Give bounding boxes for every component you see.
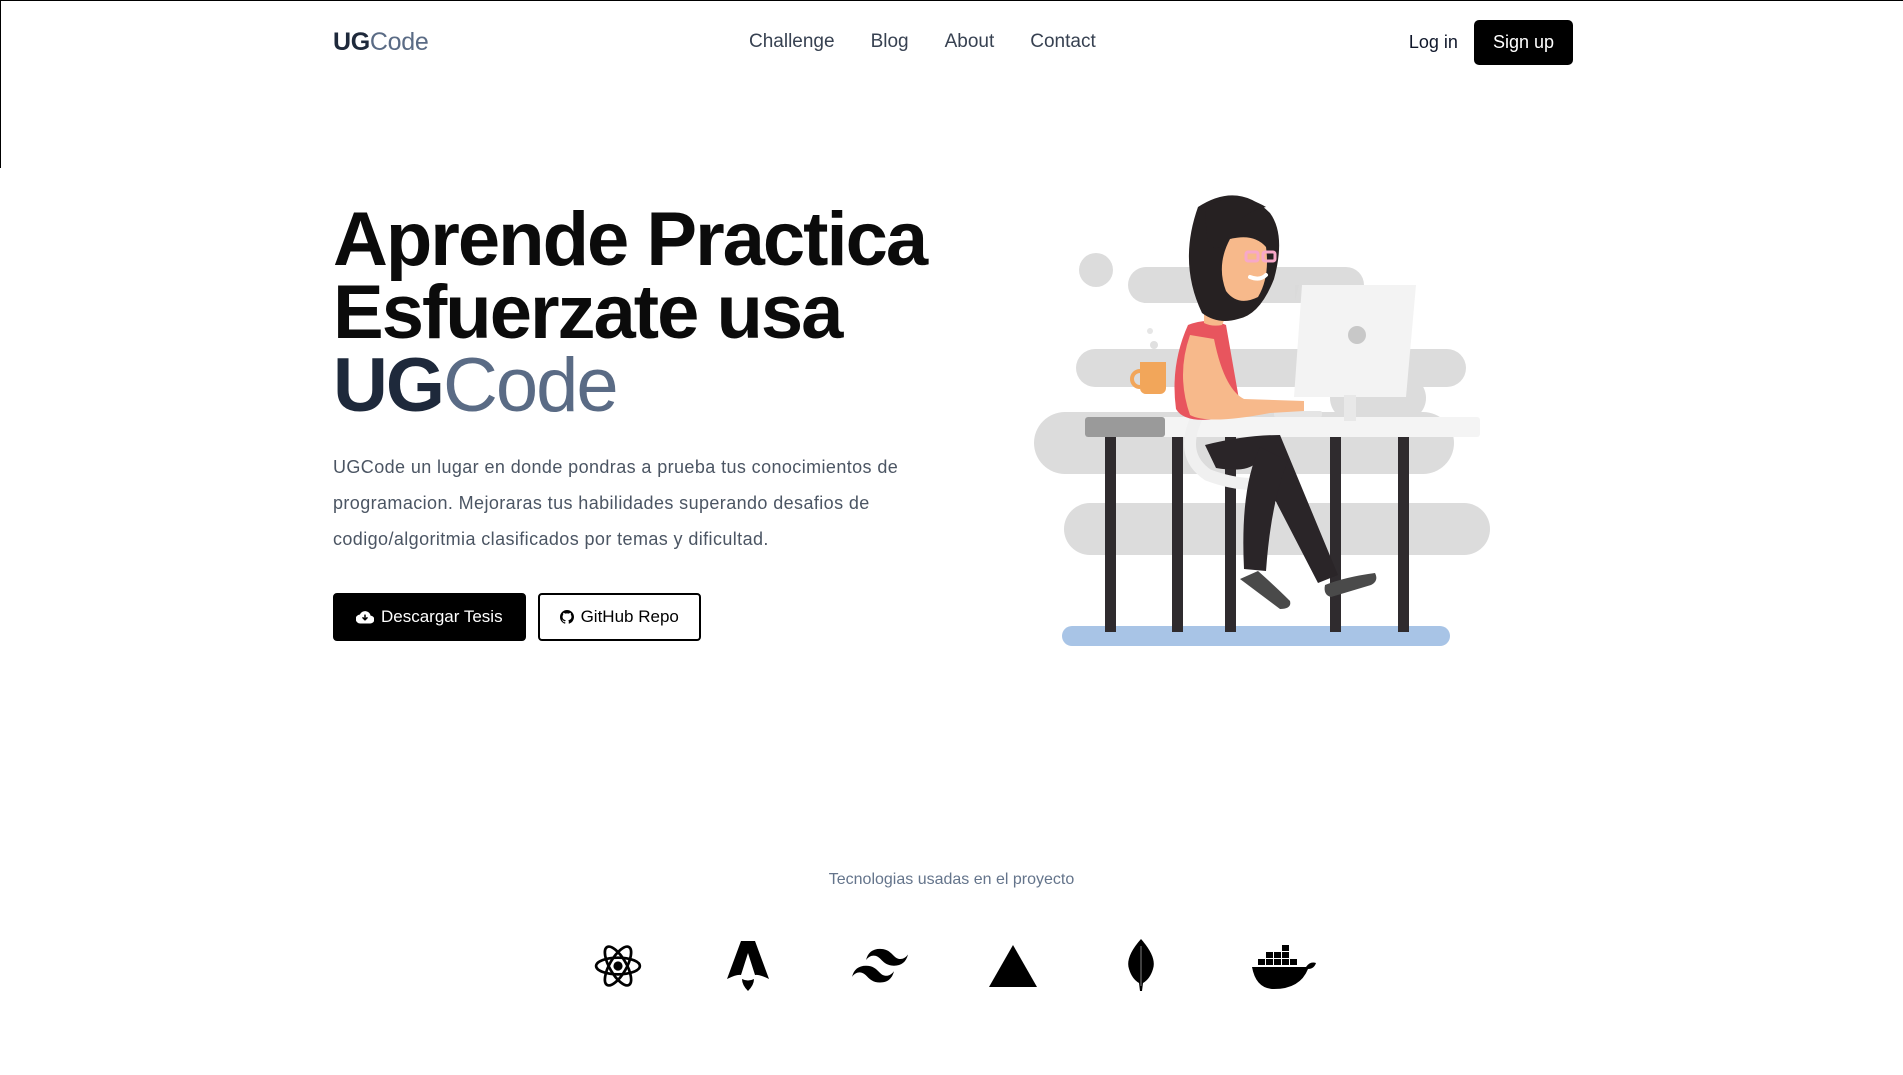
download-thesis-button[interactable]: Descargar Tesis — [333, 593, 526, 641]
main-nav: Challenge Blog About Contact — [749, 18, 1096, 66]
download-thesis-label: Descargar Tesis — [381, 607, 503, 626]
signup-button[interactable]: Sign up — [1473, 19, 1573, 65]
mongodb-icon — [1113, 938, 1169, 994]
logo-bold: UG — [333, 27, 370, 56]
react-icon — [590, 938, 646, 994]
hero-description: UGCode un lugar en donde pondras a prueb… — [333, 457, 899, 549]
window-top-border — [0, 0, 1903, 1]
site-logo[interactable]: UGCode — [333, 27, 429, 57]
nav-link-contact[interactable]: Contact — [1030, 31, 1095, 53]
page: UGCode Challenge Blog About Contact Log … — [0, 0, 1903, 1075]
hero-headline: Aprende Practica Esfuerzate usa UGCode — [333, 202, 953, 424]
tailwind-icon — [852, 938, 908, 994]
nav-link-challenge[interactable]: Challenge — [749, 31, 835, 53]
docker-icon — [1248, 938, 1318, 994]
nav-link-blog[interactable]: Blog — [871, 31, 909, 53]
hero-actions: Descargar Tesis GitHub Repo — [333, 593, 953, 641]
headline-brand-bold: UG — [333, 343, 445, 428]
headline-brand-light: Code — [443, 343, 619, 428]
auth-actions: Log in Sign up — [1409, 19, 1573, 65]
login-link[interactable]: Log in — [1409, 32, 1458, 53]
floor-line — [1062, 626, 1450, 646]
cloud-download-icon — [356, 611, 374, 624]
astro-icon — [720, 938, 776, 994]
github-repo-label: GitHub Repo — [580, 607, 679, 626]
site-header: UGCode Challenge Blog About Contact Log … — [333, 18, 1573, 66]
window-left-border — [0, 0, 1, 168]
github-icon — [559, 610, 574, 624]
logo-light: Code — [369, 27, 429, 56]
github-repo-button[interactable]: GitHub Repo — [537, 593, 701, 641]
hero-illustration — [1034, 195, 1490, 646]
nav-link-about[interactable]: About — [945, 31, 995, 53]
vercel-icon — [985, 938, 1041, 994]
hero-section: Aprende Practica Esfuerzate usa UGCode U… — [333, 202, 953, 641]
technologies-title: Tecnologias usadas en el proyecto — [828, 871, 1075, 888]
